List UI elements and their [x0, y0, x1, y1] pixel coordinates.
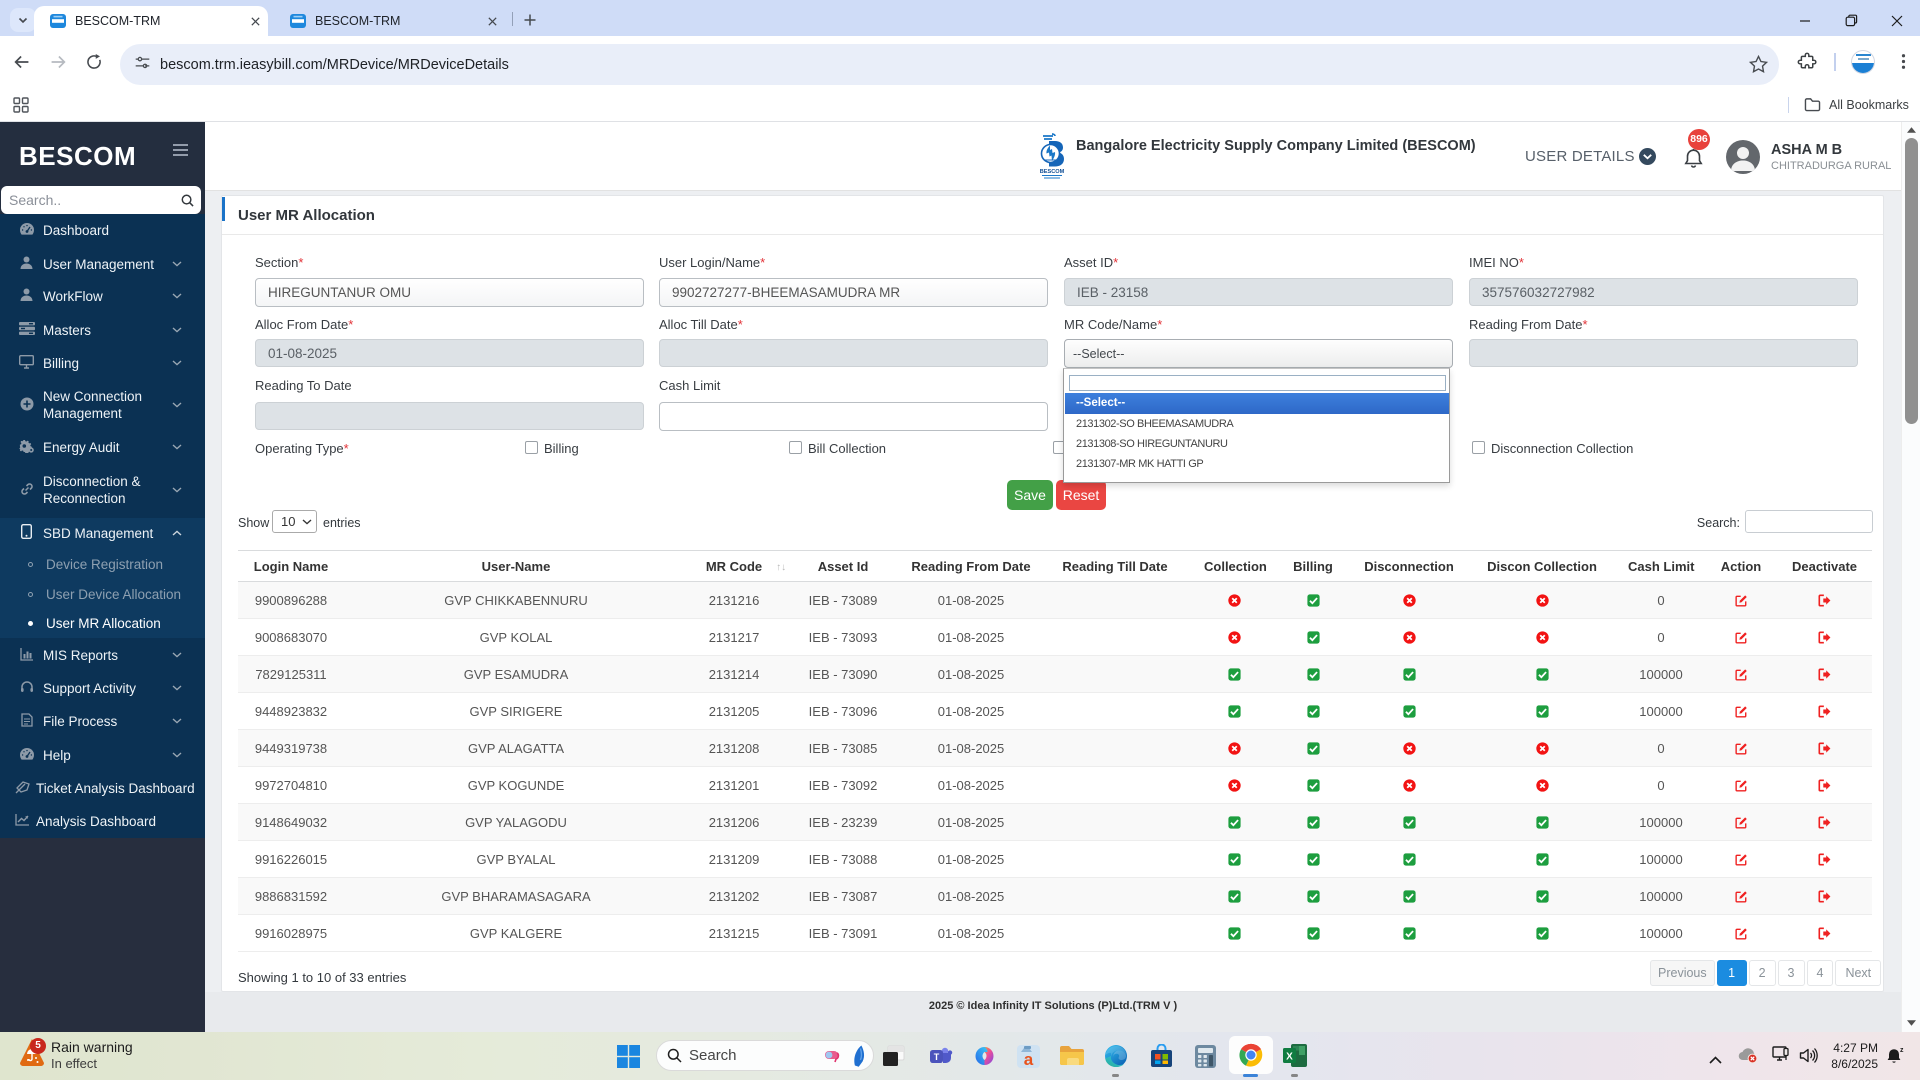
svg-text:a: a — [1024, 1050, 1034, 1069]
svg-text:BESCOM: BESCOM — [1040, 169, 1065, 175]
svg-text:T: T — [934, 1052, 940, 1062]
svg-text:X: X — [1286, 1052, 1293, 1063]
svg-text:z: z — [1900, 1047, 1904, 1054]
